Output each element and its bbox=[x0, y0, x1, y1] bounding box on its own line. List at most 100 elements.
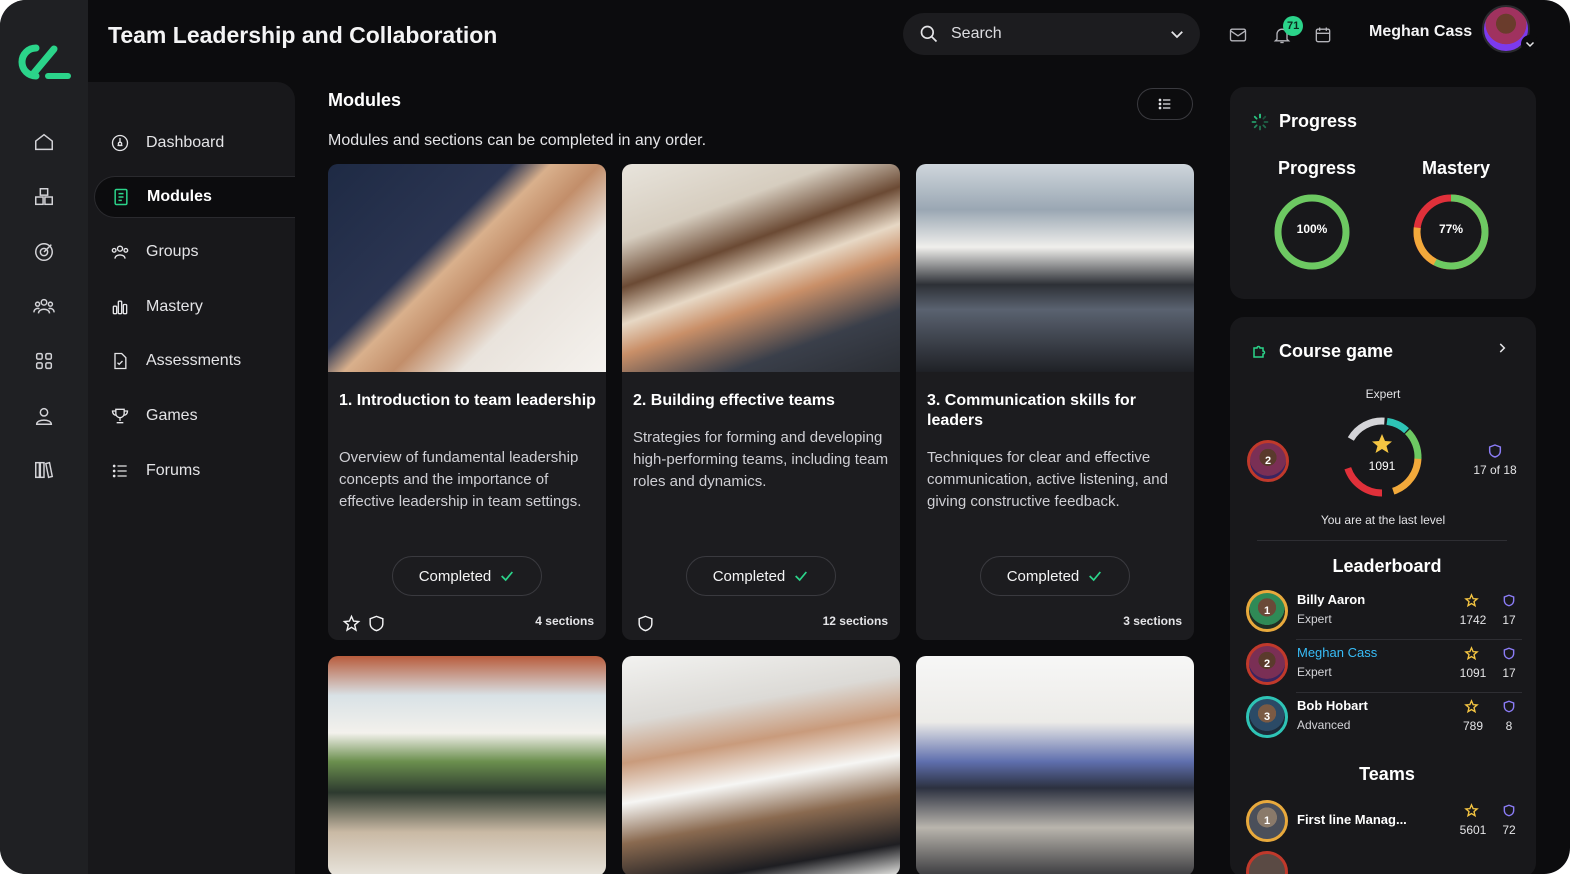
module-image-seminar bbox=[622, 656, 900, 874]
shield-icon bbox=[1503, 804, 1515, 817]
team-icon[interactable] bbox=[28, 290, 60, 322]
sidebar-item-label: Groups bbox=[146, 243, 199, 260]
shield-icon[interactable] bbox=[636, 614, 655, 633]
sidebar-item-dashboard[interactable]: Dashboard bbox=[94, 122, 295, 164]
team-avatar bbox=[1246, 851, 1288, 874]
home-icon[interactable] bbox=[28, 126, 60, 158]
divider bbox=[1257, 540, 1507, 541]
leaderboard-row[interactable]: 2 Meghan Cass Expert 1091 17 bbox=[1246, 640, 1522, 690]
module-image-team-meeting bbox=[622, 164, 900, 372]
course-game-title: Course game bbox=[1279, 341, 1394, 361]
completed-label: Completed bbox=[418, 567, 492, 585]
module-image-conference bbox=[916, 164, 1194, 372]
completed-button[interactable]: Completed bbox=[980, 556, 1130, 596]
sidebar-item-label: Dashboard bbox=[146, 134, 225, 151]
progress-panel-title: Progress bbox=[1279, 111, 1358, 131]
leaderboard-title: Leaderboard bbox=[1332, 556, 1442, 576]
cubes-icon[interactable] bbox=[28, 181, 60, 213]
sidebar-item-label: Forums bbox=[146, 462, 201, 479]
sidebar: Dashboard Modules Groups Mastery Assessm… bbox=[88, 82, 295, 874]
modules-title: Modules bbox=[328, 90, 402, 110]
module-description: Overview of fundamental leadership conce… bbox=[339, 449, 582, 510]
sidebar-item-modules[interactable]: Modules bbox=[94, 176, 295, 218]
shield-icon[interactable] bbox=[367, 614, 386, 633]
mail-icon[interactable] bbox=[1227, 24, 1249, 46]
player-rank: 1 bbox=[1263, 605, 1271, 617]
completed-button[interactable]: Completed bbox=[392, 556, 542, 596]
user-icon[interactable] bbox=[28, 400, 60, 432]
team-avatar: 1 bbox=[1246, 800, 1288, 842]
shield-icon bbox=[1503, 700, 1515, 713]
list-icon bbox=[112, 464, 127, 478]
loading-icon bbox=[1251, 113, 1269, 131]
chevron-right-icon[interactable] bbox=[1495, 341, 1509, 355]
game-level-name: Expert bbox=[1365, 387, 1401, 401]
notification-badge: 71 bbox=[1283, 16, 1304, 36]
module-card-image[interactable] bbox=[328, 656, 606, 874]
star-icon bbox=[1464, 646, 1479, 661]
module-card[interactable]: 1. Introduction to team leadership Overv… bbox=[328, 164, 606, 640]
module-image-workshop bbox=[916, 656, 1194, 874]
check-icon bbox=[1089, 571, 1102, 582]
completed-button[interactable]: Completed bbox=[686, 556, 836, 596]
leaderboard-row[interactable]: 3 Bob Hobart Advanced 789 8 bbox=[1246, 693, 1522, 743]
list-icon bbox=[1158, 98, 1171, 110]
sidebar-item-groups[interactable]: Groups bbox=[94, 231, 295, 273]
grid-icon[interactable] bbox=[28, 345, 60, 377]
player-points: 789 bbox=[1462, 719, 1484, 733]
section-count: 3 sections bbox=[1123, 614, 1182, 628]
search-input[interactable]: Search bbox=[951, 25, 1168, 43]
star-icon bbox=[1464, 593, 1479, 608]
player-badges: 17 bbox=[1502, 613, 1516, 627]
search-bar[interactable]: Search bbox=[903, 13, 1200, 55]
sidebar-item-assessments[interactable]: Assessments bbox=[94, 340, 295, 382]
check-icon bbox=[501, 571, 514, 582]
user-name[interactable]: Meghan Cass bbox=[1369, 23, 1472, 41]
chevron-down-icon[interactable] bbox=[1168, 25, 1186, 43]
module-description: Strategies for forming and developing hi… bbox=[633, 429, 889, 490]
sidebar-item-label: Modules bbox=[147, 188, 212, 205]
player-rank: 3 bbox=[1263, 711, 1271, 723]
check-icon bbox=[795, 571, 808, 582]
dashboard-icon bbox=[111, 134, 129, 152]
list-view-toggle[interactable] bbox=[1137, 88, 1193, 120]
game-status: You are at the last level bbox=[1320, 513, 1446, 527]
player-name[interactable]: Bob Hobart bbox=[1297, 698, 1368, 713]
library-icon[interactable] bbox=[28, 454, 60, 486]
app-logo[interactable] bbox=[14, 40, 72, 84]
section-count: 4 sections bbox=[535, 614, 594, 628]
team-row[interactable]: 1 First line Manag... 5601 72 bbox=[1246, 797, 1522, 847]
star-icon[interactable] bbox=[342, 614, 361, 633]
progress-panel: Progress Progress Mastery 100% 77% bbox=[1230, 87, 1536, 299]
module-card-image[interactable] bbox=[916, 656, 1194, 874]
player-name[interactable]: Billy Aaron bbox=[1297, 592, 1365, 607]
module-card[interactable]: 2. Building effective teams Strategies f… bbox=[622, 164, 900, 640]
calendar-icon[interactable] bbox=[1312, 24, 1334, 46]
groups-icon bbox=[111, 245, 129, 259]
app-window: Team Leadership and Collaboration Search… bbox=[0, 0, 1570, 874]
icon-rail bbox=[0, 0, 88, 874]
sidebar-item-forums[interactable]: Forums bbox=[94, 450, 295, 492]
shield-icon bbox=[1488, 444, 1502, 458]
player-name[interactable]: Meghan Cass bbox=[1297, 645, 1377, 660]
levels-progress: 17 of 18 bbox=[1473, 463, 1517, 477]
sidebar-item-games[interactable]: Games bbox=[94, 395, 295, 437]
module-card-image[interactable] bbox=[622, 656, 900, 874]
module-title: 1. Introduction to team leadership bbox=[339, 392, 596, 409]
sidebar-item-mastery[interactable]: Mastery bbox=[94, 286, 295, 328]
player-points: 1742 bbox=[1459, 613, 1487, 627]
modules-subtitle: Modules and sections can be completed in… bbox=[328, 132, 707, 149]
module-image-office bbox=[328, 656, 606, 874]
player-avatar: 1 bbox=[1246, 590, 1288, 632]
team-points: 5601 bbox=[1459, 823, 1487, 837]
chevron-down-icon[interactable] bbox=[1521, 35, 1539, 53]
player-points: 1091 bbox=[1459, 666, 1487, 680]
star-icon bbox=[1372, 434, 1392, 453]
leaderboard-row[interactable]: 1 Billy Aaron Expert 1742 17 bbox=[1246, 587, 1522, 637]
player-rank: 2 bbox=[1264, 455, 1272, 467]
game-score-ring bbox=[1342, 417, 1422, 497]
team-rank: 1 bbox=[1263, 815, 1271, 827]
team-badges: 72 bbox=[1502, 823, 1516, 837]
module-card[interactable]: 3. Communication skills for leaders Tech… bbox=[916, 164, 1194, 640]
target-icon[interactable] bbox=[28, 236, 60, 268]
